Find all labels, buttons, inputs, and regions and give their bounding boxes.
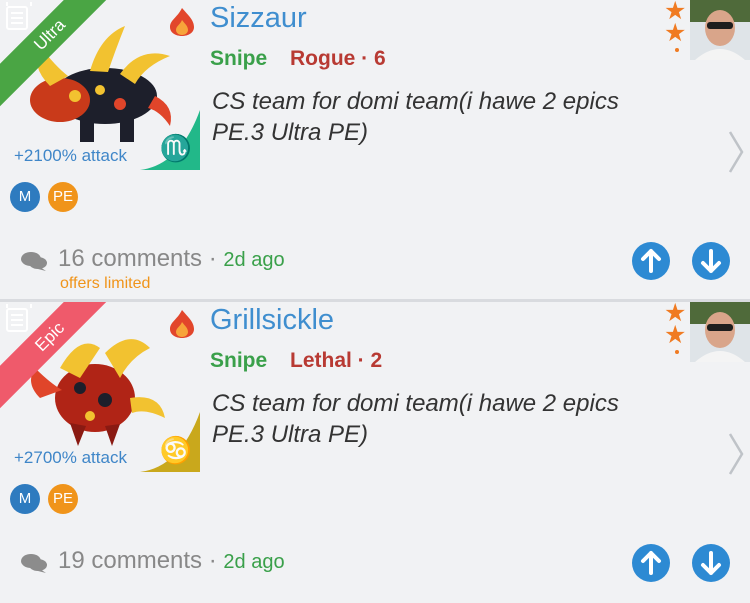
- m-badge: M: [10, 182, 40, 212]
- pe-badge: PE: [48, 182, 78, 212]
- separator: ·: [208, 245, 217, 272]
- badge-row: M PE: [10, 484, 78, 514]
- creature-type: Snipe: [210, 349, 268, 372]
- comment-count[interactable]: 19 comments: [58, 547, 202, 574]
- creature-class: Lethal · 2: [290, 349, 383, 372]
- arrow-down-icon: [701, 249, 721, 273]
- dot-icon: [675, 350, 679, 354]
- pe-badge: PE: [48, 484, 78, 514]
- creature-class: Rogue · 6: [290, 47, 386, 70]
- star-icon: ★: [664, 19, 687, 47]
- user-avatar[interactable]: [690, 0, 750, 60]
- calendar-icon[interactable]: [6, 304, 32, 332]
- downvote-button[interactable]: [692, 242, 730, 280]
- creature-type: Snipe: [210, 47, 268, 70]
- fire-icon: [170, 8, 194, 36]
- comment-icon: [21, 252, 47, 271]
- downvote-button[interactable]: [692, 544, 730, 582]
- offers-status: offers limited: [60, 275, 151, 292]
- creature-name[interactable]: Grillsickle: [210, 304, 334, 337]
- rating-stars: ★ ★: [664, 302, 692, 354]
- chevron-right-icon[interactable]: [726, 430, 746, 478]
- star-icon: ★: [664, 321, 687, 349]
- cancer-icon: ♋: [159, 435, 192, 465]
- rating-stars: ★ ★: [664, 0, 692, 52]
- post-card[interactable]: ♋ Epic +2700% attack M PE Grillsickle Sn…: [0, 302, 750, 602]
- upvote-button[interactable]: [632, 544, 670, 582]
- arrow-up-icon: [641, 249, 661, 273]
- post-card[interactable]: ♏ Ultra +2100% attack M PE Sizzaur Snipe…: [0, 0, 750, 300]
- upvote-button[interactable]: [632, 242, 670, 280]
- attack-bonus: +2700% attack: [14, 448, 127, 467]
- scorpio-icon: ♏: [159, 133, 192, 163]
- post-age: 2d ago: [223, 551, 285, 573]
- post-description: CS team for domi team(i hawe 2 epics PE.…: [212, 88, 619, 146]
- creature-name[interactable]: Sizzaur: [210, 2, 307, 35]
- chevron-right-icon[interactable]: [726, 128, 746, 176]
- m-badge: M: [10, 484, 40, 514]
- comment-count[interactable]: 16 comments: [58, 245, 202, 272]
- attack-bonus: +2100% attack: [14, 146, 127, 165]
- arrow-down-icon: [701, 551, 721, 575]
- dot-icon: [675, 48, 679, 52]
- post-description: CS team for domi team(i hawe 2 epics PE.…: [212, 390, 619, 448]
- user-avatar[interactable]: [690, 302, 750, 362]
- comment-meta[interactable]: 19 comments · 2d ago: [58, 547, 285, 575]
- badge-row: M PE: [10, 182, 78, 212]
- comment-meta[interactable]: 16 comments · 2d ago: [58, 245, 285, 273]
- arrow-up-icon: [641, 551, 661, 575]
- separator: ·: [208, 547, 217, 574]
- calendar-icon[interactable]: [6, 2, 32, 30]
- post-age: 2d ago: [223, 249, 285, 271]
- fire-icon: [170, 310, 194, 338]
- comment-icon: [21, 554, 47, 573]
